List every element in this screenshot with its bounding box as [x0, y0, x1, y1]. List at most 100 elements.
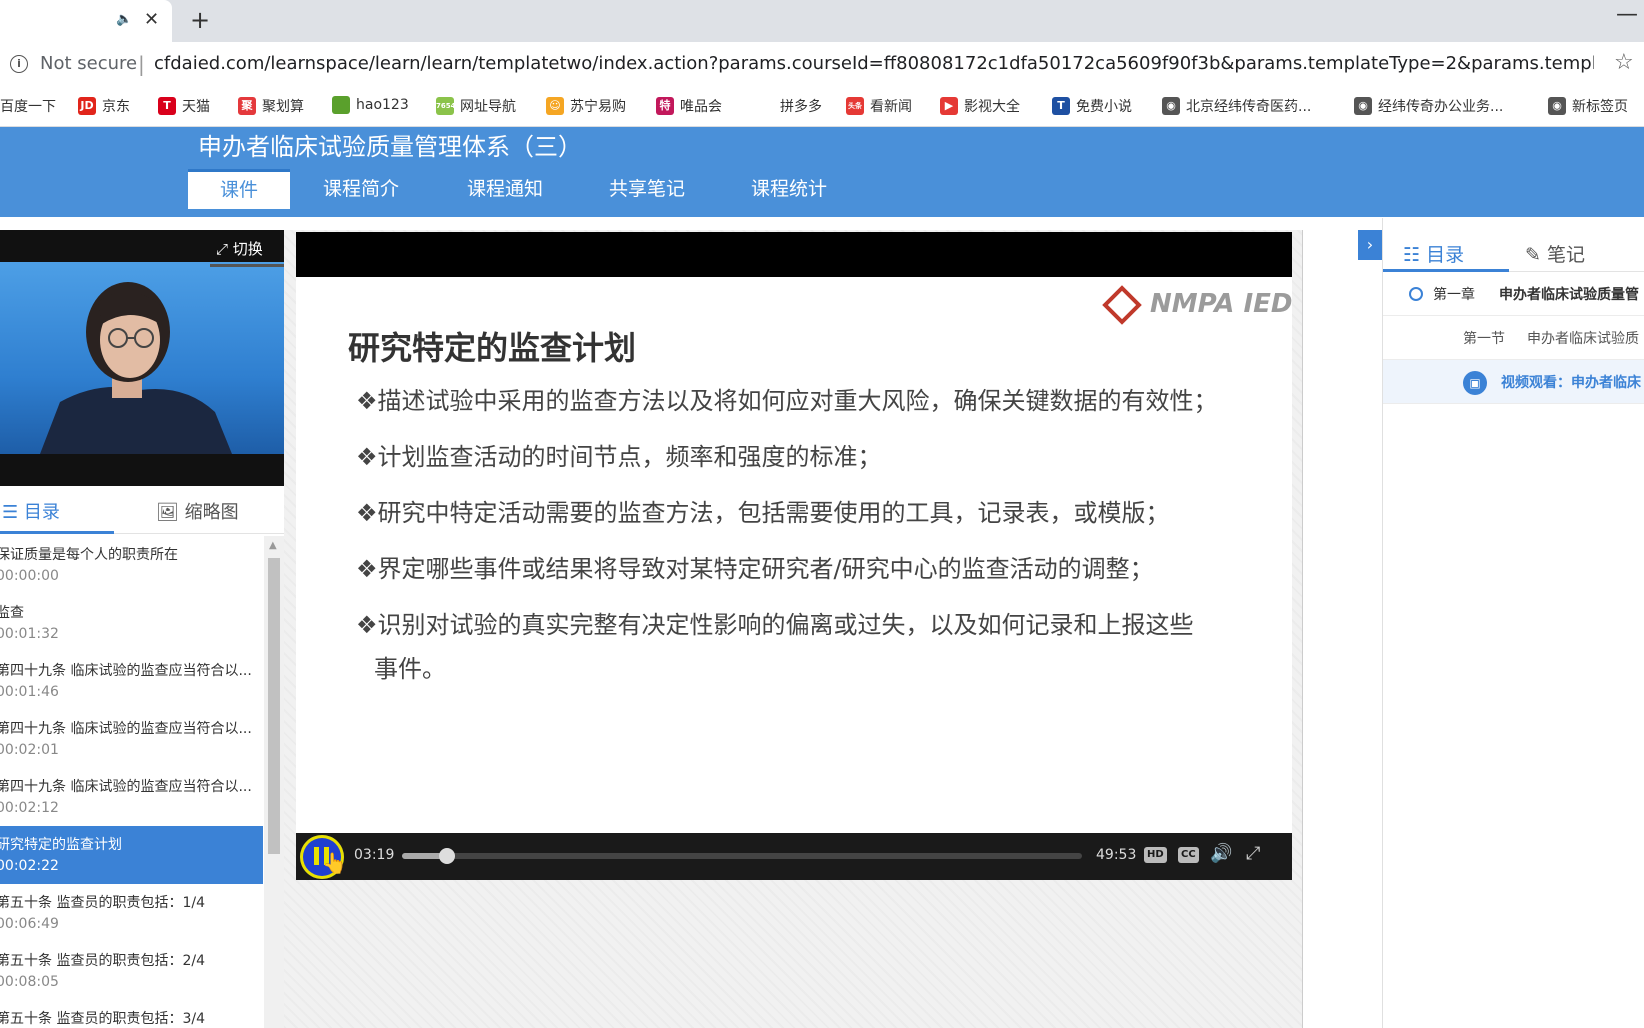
tab-course-intro[interactable]: 课程简介 — [306, 169, 416, 209]
chapter-row[interactable]: 第一章 申办者临床试验质量管 — [1383, 272, 1644, 316]
tab-toc[interactable]: ☰ 目录 — [2, 498, 60, 524]
minimize-window-button[interactable]: — — [1616, 2, 1638, 27]
toc-item[interactable]: 第四十九条 临床试验的监查应当符合以... 00:01:46 — [0, 652, 263, 710]
video-label: 视频观看：申办者临床 — [1501, 375, 1641, 391]
video-row-active[interactable]: ▣ 视频观看：申办者临床 — [1383, 360, 1644, 404]
pause-icon — [314, 847, 319, 865]
active-tab-underline — [0, 531, 114, 534]
bookmarks-bar: 百度一下 JD 京东 T 天猫 聚聚划算 hao123 7654 网址导航 ☺ 苏宁易购… — [0, 87, 1644, 127]
bookmark-novel[interactable]: T 免费小说 — [1052, 96, 1132, 116]
slide-bullet-continuation: 事件。 — [374, 655, 446, 683]
course-title: 申办者临床试验质量管理体系（三） — [198, 133, 582, 161]
juhuasuan-icon: 聚 — [238, 97, 256, 115]
collapse-panel-button[interactable]: › — [1358, 230, 1382, 260]
new-tab-button[interactable]: + — [190, 6, 210, 34]
vip-icon: 特 — [656, 97, 674, 115]
list-icon: ☰ — [2, 502, 19, 523]
tab-notes[interactable]: ✎ 笔记 — [1525, 240, 1585, 267]
current-time: 03:19 — [354, 847, 395, 863]
slide-heading: 研究特定的监查计划 — [348, 329, 637, 367]
total-time: 49:53 — [1096, 847, 1137, 863]
tab-shared-notes[interactable]: 共享笔记 — [592, 169, 702, 209]
section-row[interactable]: 第一节 申办者临床试验质 — [1383, 316, 1644, 360]
switch-view-button[interactable]: ⤢ 切换 — [216, 238, 263, 259]
close-tab-icon[interactable]: ✕ — [144, 9, 159, 30]
bookmark-vip[interactable]: 特唯品会 — [656, 96, 722, 116]
suning-icon: ☺ — [546, 97, 564, 115]
scroll-thumb[interactable] — [268, 558, 280, 854]
toc-item[interactable]: 监查 00:01:32 — [0, 594, 263, 652]
bookmark-news[interactable]: 头条 看新闻 — [846, 96, 912, 116]
lecture-slide[interactable]: NMPA IED 研究特定的监查计划 ❖描述试验中采用的监查方法以及将如何应对重… — [296, 277, 1292, 833]
bookmark-jingwei-office[interactable]: ◉ 经纬传奇办公业务... — [1354, 96, 1503, 116]
expand-icon: ⤢ — [216, 240, 229, 258]
teacher-video[interactable]: ⤢ 切换 — [0, 230, 284, 486]
chapter-label: 第一章 — [1433, 287, 1475, 303]
bookmark-baidu[interactable]: 百度一下 — [0, 96, 56, 116]
progress-handle[interactable] — [439, 848, 455, 864]
bookmark-pinduoduo[interactable]: 拼多多 — [780, 96, 822, 116]
bookmark-jd[interactable]: JD 京东 — [78, 96, 130, 116]
slide-bullet: ❖界定哪些事件或结果将导致对某特定研究者/研究中心的监查活动的调整； — [356, 555, 1154, 583]
hd-button[interactable]: HD — [1144, 847, 1167, 863]
teacher-video-bottombar — [0, 454, 284, 486]
bookmark-video[interactable]: ▶ 影视大全 — [940, 96, 1020, 116]
toc-scrollbar[interactable]: ▲ — [264, 536, 284, 1028]
right-panel-tabs: ☷ 目录 ✎ 笔记 — [1383, 218, 1644, 272]
toc-item[interactable]: 第五十条 监查员的职责包括：2/4 00:08:05 — [0, 942, 263, 1000]
bookmark-juhuasuan[interactable]: 聚聚划算 — [238, 96, 304, 116]
fullscreen-icon[interactable]: ⤢ — [1246, 843, 1260, 864]
tab-course-stats[interactable]: 课程统计 — [734, 169, 844, 209]
not-secure-label[interactable]: Not secure — [40, 53, 137, 74]
url-field[interactable]: cfdaied.com/learnspace/learn/learn/templ… — [154, 53, 1594, 74]
toc-item[interactable]: 第五十条 监查员的职责包括：1/4 00:06:49 — [0, 884, 263, 942]
bookmark-hao123[interactable]: hao123 — [332, 96, 409, 114]
left-panel: ⤢ 切换 ☰ 目录 🖼 缩略图 保证质量是每个人的职责所在 00:00:00 监查… — [0, 230, 284, 1028]
slide-bullet: ❖描述试验中采用的监查方法以及将如何应对重大风险，确保关键数据的有效性； — [356, 387, 1218, 415]
toc-item[interactable]: 第四十九条 临床试验的监查应当符合以... 00:02:12 — [0, 768, 263, 826]
toutiao-icon: 头条 — [846, 97, 864, 115]
hao123-icon — [332, 96, 350, 114]
play-icon: ▶ — [940, 97, 958, 115]
bookmark-nav[interactable]: 7654 网址导航 — [436, 96, 516, 116]
teacher-figure — [40, 282, 232, 454]
jd-icon: JD — [78, 97, 96, 115]
tab-courseware[interactable]: 课件 — [188, 169, 290, 209]
tab-catalog[interactable]: ☷ 目录 — [1403, 240, 1464, 267]
address-bar: i Not secure | cfdaied.com/learnspace/le… — [0, 42, 1644, 87]
slide-bullet: ❖识别对试验的真实完整有决定性影响的偏离或过失，以及如何记录和上报这些 — [356, 611, 1194, 639]
site-info-icon[interactable]: i — [10, 55, 28, 73]
toc-list: 保证质量是每个人的职责所在 00:00:00 监查 00:01:32 第四十九条 临… — [0, 536, 263, 1028]
bookmark-new-tab[interactable]: ◉ 新标签页 — [1548, 96, 1628, 116]
toc-item[interactable]: 第五十条 监查员的职责包括：3/4 — [0, 1000, 263, 1028]
video-icon: ▣ — [1463, 371, 1487, 395]
bookmark-suning[interactable]: ☺ 苏宁易购 — [546, 96, 626, 116]
tab-thumbnails[interactable]: 🖼 缩略图 — [156, 498, 239, 524]
bookmark-jingwei-pharma[interactable]: ◉ 北京经纬传奇医药... — [1162, 96, 1311, 116]
image-icon: 🖼 — [156, 502, 179, 523]
teacher-video-frame — [0, 262, 284, 454]
chapter-status-icon — [1409, 287, 1423, 301]
audio-playing-icon[interactable]: 🔈 — [116, 12, 132, 27]
bookmark-star-icon[interactable]: ☆ — [1614, 50, 1634, 75]
toc-item[interactable]: 保证质量是每个人的职责所在 00:00:00 — [0, 536, 263, 594]
toc-item[interactable]: 第四十九条 临床试验的监查应当符合以... 00:02:01 — [0, 710, 263, 768]
slide-logo: NMPA IED — [1150, 289, 1292, 319]
novel-icon: T — [1052, 97, 1070, 115]
left-tabs: ☰ 目录 🖼 缩略图 — [0, 486, 284, 534]
progress-track[interactable] — [402, 848, 1082, 864]
slide-bullet: ❖计划监查活动的时间节点，频率和强度的标准； — [356, 443, 882, 471]
switch-label: 切换 — [232, 240, 263, 258]
browser-tabstrip: 🔈 ✕ + — — [0, 0, 1644, 42]
volume-icon[interactable]: 🔊 — [1210, 843, 1232, 864]
cc-button[interactable]: CC — [1178, 847, 1199, 863]
browser-tab[interactable]: 🔈 ✕ — [0, 0, 172, 42]
course-header: 申办者临床试验质量管理体系（三） 课件 课程简介 课程通知 共享笔记 课程统计 — [0, 127, 1644, 217]
scroll-up-icon[interactable]: ▲ — [269, 540, 277, 551]
tab-course-notice[interactable]: 课程通知 — [450, 169, 560, 209]
right-panel: ☷ 目录 ✎ 笔记 第一章 申办者临床试验质量管 第一节 申办者临床试验质 ▣ … — [1382, 218, 1644, 1028]
bookmark-tmall[interactable]: T 天猫 — [158, 96, 210, 116]
tmall-icon: T — [158, 97, 176, 115]
slide-bullet: ❖研究中特定活动需要的监查方法，包括需要使用的工具，记录表，或模版； — [356, 499, 1170, 527]
toc-item-active[interactable]: 研究特定的监查计划 00:02:22 — [0, 826, 263, 884]
